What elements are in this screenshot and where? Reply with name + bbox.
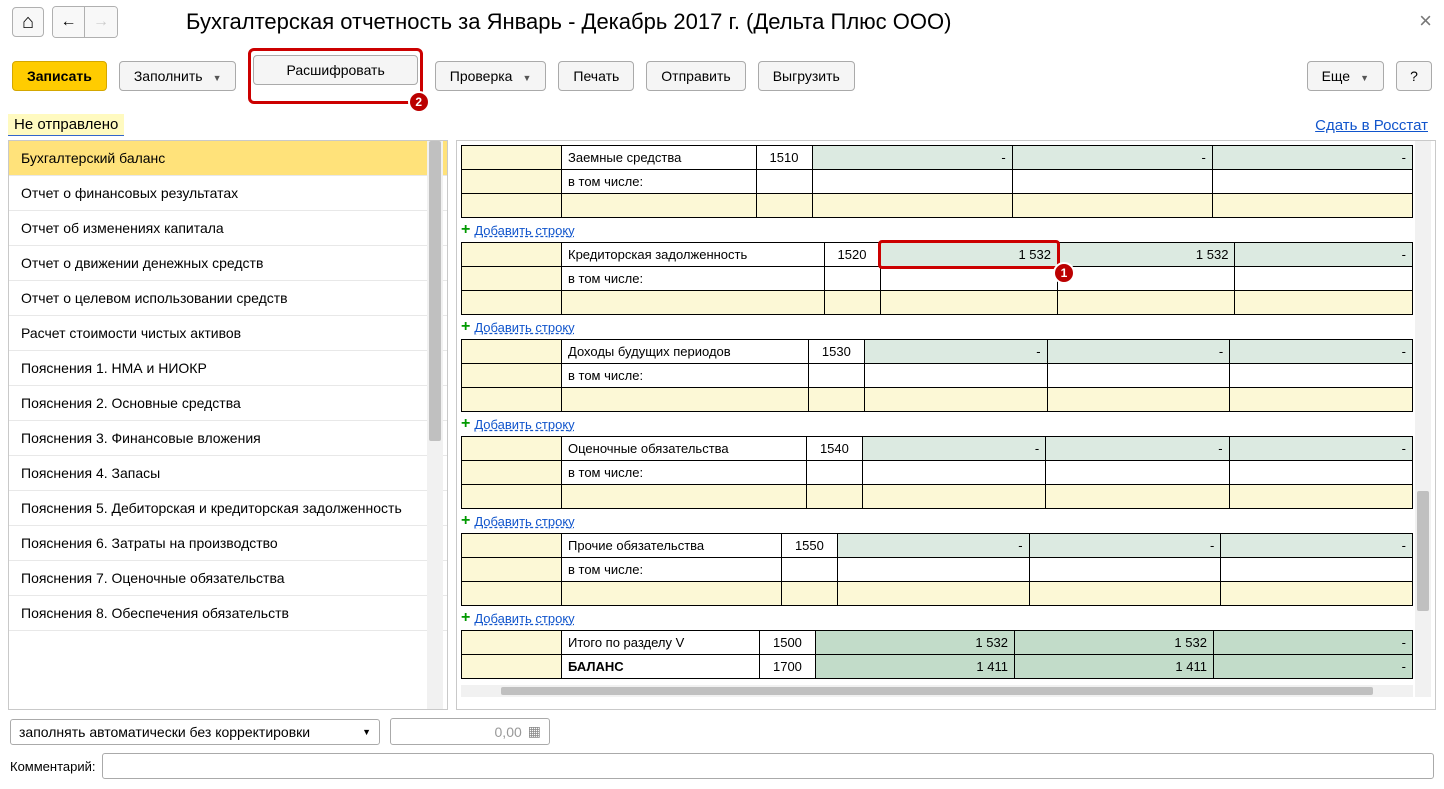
row-1500-v3[interactable]: - (1213, 631, 1412, 655)
row-1530-label: Доходы будущих периодов (562, 340, 809, 364)
row-1500-label: Итого по разделу V (562, 631, 760, 655)
plus-icon: + (461, 512, 470, 530)
sidebar-item-capital[interactable]: Отчет об изменениях капитала (9, 211, 447, 246)
fill-button[interactable]: Заполнить (119, 61, 237, 91)
callout-1: 1 (1053, 262, 1075, 284)
sidebar-scrollbar[interactable] (427, 141, 443, 709)
add-row-3[interactable]: +Добавить строку (461, 412, 1413, 436)
row-1510-v2[interactable]: - (1012, 146, 1212, 170)
check-button[interactable]: Проверка (435, 61, 547, 91)
sidebar-item-notes3[interactable]: Пояснения 3. Финансовые вложения (9, 421, 447, 456)
close-button[interactable]: × (1419, 10, 1432, 32)
sidebar-item-notes1[interactable]: Пояснения 1. НМА и НИОКР (9, 351, 447, 386)
content-vscroll[interactable] (1415, 141, 1431, 697)
sidebar-item-notes2[interactable]: Пояснения 2. Основные средства (9, 386, 447, 421)
row-1510-v1[interactable]: - (812, 146, 1012, 170)
row-1550-label: Прочие обязательства (562, 534, 782, 558)
row-1500-v2[interactable]: 1 532 (1014, 631, 1213, 655)
row-1510-sub: в том числе: (562, 170, 757, 194)
help-button[interactable]: ? (1396, 61, 1432, 91)
calculator-icon (528, 723, 541, 740)
status-text: Не отправлено (8, 114, 124, 136)
row-1510-label: Заемные средства (562, 146, 757, 170)
send-button[interactable]: Отправить (646, 61, 745, 91)
fill-mode-select[interactable]: заполнять автоматически без корректировк… (10, 719, 380, 745)
row-1520-v2[interactable]: 1 532 (1057, 243, 1234, 267)
nav-arrows (52, 6, 118, 38)
sidebar-item-notes8[interactable]: Пояснения 8. Обеспечения обязательств (9, 596, 447, 631)
row-1510-code: 1510 (756, 146, 812, 170)
row-1520-v1[interactable]: 1 532 1 (880, 243, 1057, 267)
row-1520-v3[interactable]: - (1235, 243, 1413, 267)
row-1700-label: БАЛАНС (562, 655, 760, 679)
value-input[interactable]: 0,00 (390, 718, 550, 745)
row-1540-label: Оценочные обязательства (562, 437, 807, 461)
arrow-left-icon (61, 13, 77, 31)
sidebar-item-notes4[interactable]: Пояснения 4. Запасы (9, 456, 447, 491)
sidebar-item-balance[interactable]: Бухгалтерский баланс (9, 141, 447, 176)
row-1510-v3[interactable]: - (1212, 146, 1412, 170)
content-hscroll[interactable] (461, 685, 1413, 697)
sidebar-item-notes5[interactable]: Пояснения 5. Дебиторская и кредиторская … (9, 491, 447, 526)
write-button[interactable]: Записать (12, 61, 107, 91)
chevron-down-icon: ▼ (362, 727, 371, 737)
row-1550-code: 1550 (781, 534, 837, 558)
back-button[interactable] (53, 7, 85, 37)
row-1700-v1[interactable]: 1 411 (815, 655, 1014, 679)
row-1520-label: Кредиторская задолженность (562, 243, 825, 267)
row-1520-sub: в том числе: (562, 267, 825, 291)
plus-icon: + (461, 318, 470, 336)
sidebar-item-notes7[interactable]: Пояснения 7. Оценочные обязательства (9, 561, 447, 596)
forward-button (85, 7, 117, 37)
submit-rosstat-link[interactable]: Сдать в Росстат (1315, 117, 1428, 134)
print-button[interactable]: Печать (558, 61, 634, 91)
sidebar-item-notes6[interactable]: Пояснения 6. Затраты на производство (9, 526, 447, 561)
row-1700-v2[interactable]: 1 411 (1014, 655, 1213, 679)
arrow-right-icon (93, 13, 109, 31)
row-1500-v1[interactable]: 1 532 (815, 631, 1014, 655)
row-1500-code: 1500 (759, 631, 815, 655)
row-1520-code: 1520 (824, 243, 880, 267)
comment-input[interactable] (102, 753, 1435, 779)
add-row-4[interactable]: +Добавить строку (461, 509, 1413, 533)
page-title: Бухгалтерская отчетность за Январь - Дек… (186, 9, 951, 35)
decode-highlight: Расшифровать 2 (248, 48, 422, 104)
row-1700-code: 1700 (759, 655, 815, 679)
sidebar-item-cashflow[interactable]: Отчет о движении денежных средств (9, 246, 447, 281)
balance-table: Заемные средства 1510 - - - в том числе: (461, 145, 1413, 218)
home-button[interactable] (12, 7, 44, 37)
plus-icon: + (461, 609, 470, 627)
more-button[interactable]: Еще (1307, 61, 1384, 91)
sidebar: Бухгалтерский баланс Отчет о финансовых … (8, 140, 448, 710)
export-button[interactable]: Выгрузить (758, 61, 855, 91)
add-row-2[interactable]: +Добавить строку (461, 315, 1413, 339)
plus-icon: + (461, 221, 470, 239)
home-icon (22, 11, 34, 34)
sidebar-item-net-assets[interactable]: Расчет стоимости чистых активов (9, 316, 447, 351)
decode-button[interactable]: Расшифровать (253, 55, 417, 85)
row-1700-v3[interactable]: - (1213, 655, 1412, 679)
comment-label: Комментарий: (10, 759, 96, 774)
add-row-5[interactable]: +Добавить строку (461, 606, 1413, 630)
row-1540-code: 1540 (806, 437, 862, 461)
row-1530-code: 1530 (808, 340, 864, 364)
sidebar-item-target-use[interactable]: Отчет о целевом использовании средств (9, 281, 447, 316)
plus-icon: + (461, 415, 470, 433)
add-row-1[interactable]: +Добавить строку (461, 218, 1413, 242)
sidebar-item-fin-results[interactable]: Отчет о финансовых результатах (9, 176, 447, 211)
content: Заемные средства 1510 - - - в том числе:… (456, 140, 1436, 710)
